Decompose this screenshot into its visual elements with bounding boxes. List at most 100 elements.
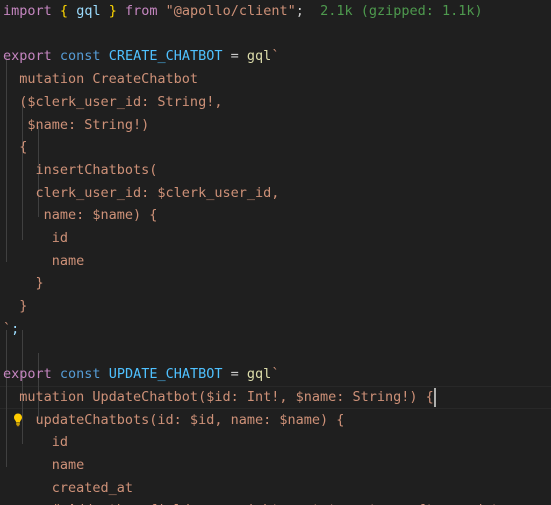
code-line-text: import { gql } from "@apollo/client"; 2.… bbox=[3, 3, 483, 19]
code-token: ; bbox=[295, 3, 304, 19]
code-token: } bbox=[3, 275, 44, 292]
code-token: updateChatbots(id: $id, name: $name) { bbox=[3, 411, 345, 428]
code-token: name bbox=[3, 457, 85, 473]
code-token: gql bbox=[246, 48, 272, 65]
code-line[interactable]: name: $name) { bbox=[0, 204, 551, 227]
code-line[interactable]: $name: String!) bbox=[0, 114, 551, 137]
code-token: ; bbox=[11, 320, 20, 337]
code-token: name bbox=[3, 252, 85, 269]
code-line[interactable]: export const UPDATE_CHATBOT = gql` bbox=[0, 363, 551, 386]
code-line-text: export const UPDATE_CHATBOT = gql` bbox=[3, 366, 279, 382]
code-line[interactable]: id bbox=[0, 431, 551, 454]
code-token: { bbox=[3, 139, 28, 156]
code-line[interactable]: mutation UpdateChatbot($id: Int!, $name:… bbox=[0, 385, 551, 409]
code-token: clerk_user_id: $clerk_user_id, bbox=[3, 184, 280, 201]
code-line-text: mutation CreateChatbot bbox=[3, 71, 198, 87]
code-token: export bbox=[3, 48, 52, 65]
code-token: $name: String!) bbox=[3, 116, 150, 133]
code-line-text: mutation UpdateChatbot($id: Int!, $name:… bbox=[3, 389, 434, 405]
text-caret bbox=[433, 387, 436, 407]
code-editor[interactable]: import { gql } from "@apollo/client"; 2.… bbox=[0, 0, 551, 505]
code-line[interactable]: mutation CreateChatbot bbox=[0, 68, 551, 91]
code-line[interactable]: name bbox=[0, 250, 551, 273]
code-token: const bbox=[59, 366, 101, 383]
code-line-text: `; bbox=[3, 321, 19, 337]
code-token: id bbox=[3, 230, 69, 246]
code-token: } bbox=[108, 3, 117, 19]
code-token: gql bbox=[76, 3, 101, 19]
lightbulb-icon[interactable] bbox=[10, 412, 26, 428]
code-line[interactable]: updateChatbots(id: $id, name: $name) { bbox=[0, 409, 551, 432]
code-token: name: $name) { bbox=[3, 207, 158, 224]
code-line[interactable]: # Add other fields you might want to ret… bbox=[0, 499, 551, 505]
code-token: ` bbox=[271, 366, 280, 383]
code-token: export bbox=[3, 366, 52, 383]
code-token: "@apollo/client" bbox=[165, 3, 296, 19]
code-token: ($clerk_user_id: String!, bbox=[3, 93, 223, 110]
code-line[interactable]: name bbox=[0, 454, 551, 477]
code-line-text: name: $name) { bbox=[3, 207, 158, 224]
code-token: created_at bbox=[3, 479, 134, 496]
code-token: ` bbox=[271, 48, 280, 65]
code-token: import bbox=[3, 3, 52, 19]
code-line-text: id bbox=[3, 434, 68, 450]
code-token: insertChatbots( bbox=[3, 161, 158, 178]
code-line[interactable]: ($clerk_user_id: String!, bbox=[0, 91, 551, 114]
code-line[interactable] bbox=[0, 23, 551, 46]
code-token: { bbox=[59, 3, 69, 19]
code-token: mutation UpdateChatbot($id: Int!, $name:… bbox=[3, 388, 434, 405]
code-token: = bbox=[230, 366, 239, 383]
code-line[interactable]: } bbox=[0, 272, 551, 295]
code-token: ` bbox=[3, 320, 12, 337]
code-line[interactable]: } bbox=[0, 295, 551, 318]
code-line-text: created_at bbox=[3, 480, 133, 496]
code-line-text: ($clerk_user_id: String!, bbox=[3, 94, 222, 110]
code-line[interactable]: id bbox=[0, 227, 551, 250]
code-line-text: } bbox=[3, 275, 44, 291]
code-line-text: insertChatbots( bbox=[3, 161, 158, 178]
code-token: 2.1k (gzipped: 1.1k) bbox=[320, 3, 483, 19]
code-token: CREATE_CHATBOT bbox=[108, 48, 223, 65]
code-line-text: $name: String!) bbox=[3, 117, 149, 133]
code-token: from bbox=[125, 3, 158, 19]
code-line[interactable]: insertChatbots( bbox=[0, 159, 551, 182]
code-line-text: { bbox=[3, 139, 27, 155]
code-line-text: name bbox=[3, 457, 85, 473]
code-line[interactable] bbox=[0, 341, 551, 364]
code-line[interactable]: `; bbox=[0, 318, 551, 341]
code-line-text: } bbox=[3, 298, 27, 314]
code-line[interactable]: clerk_user_id: $clerk_user_id, bbox=[0, 182, 551, 205]
code-token: UPDATE_CHATBOT bbox=[108, 366, 223, 383]
code-line-text: name bbox=[3, 252, 85, 269]
code-line[interactable]: { bbox=[0, 136, 551, 159]
code-line-text: updateChatbots(id: $id, name: $name) { bbox=[3, 411, 345, 428]
code-line-text: id bbox=[3, 230, 68, 246]
code-token: mutation CreateChatbot bbox=[3, 71, 199, 88]
code-line-text: export const CREATE_CHATBOT = gql` bbox=[3, 48, 279, 64]
code-line[interactable]: created_at bbox=[0, 477, 551, 500]
code-line[interactable]: export const CREATE_CHATBOT = gql` bbox=[0, 45, 551, 68]
editor-code-area[interactable]: import { gql } from "@apollo/client"; 2.… bbox=[0, 0, 551, 505]
code-token: const bbox=[59, 48, 101, 65]
code-line-text: clerk_user_id: $clerk_user_id, bbox=[3, 184, 280, 201]
code-token: gql bbox=[246, 366, 272, 383]
code-line[interactable]: import { gql } from "@apollo/client"; 2.… bbox=[0, 0, 551, 23]
code-token: } bbox=[3, 298, 28, 315]
code-token: id bbox=[3, 434, 69, 451]
